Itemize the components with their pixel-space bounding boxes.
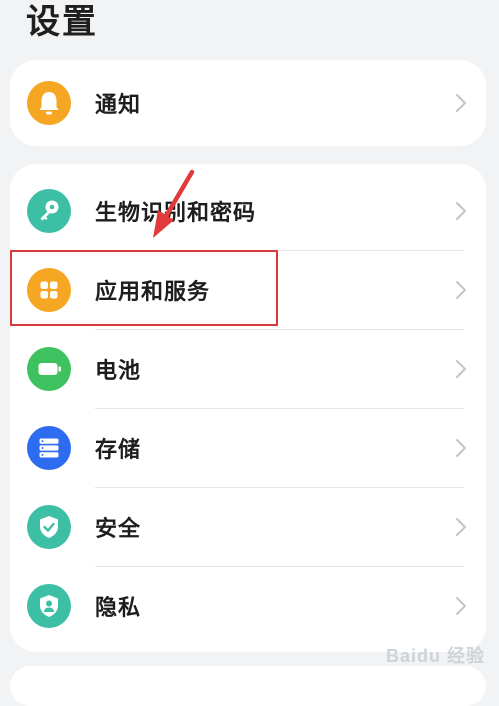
settings-group-notifications: 通知 [10,60,486,146]
settings-item-biometrics-password[interactable]: 生物识别和密码 [10,172,486,250]
chevron-right-icon [454,92,468,114]
watermark: Baidu 经验 [385,646,485,666]
key-icon [27,189,71,233]
settings-item-privacy[interactable]: 隐私 [10,567,486,645]
chevron-right-icon [454,200,468,222]
battery-icon [27,347,71,391]
chevron-right-icon [454,358,468,380]
settings-item-notifications[interactable]: 通知 [10,64,486,142]
settings-group-next [10,666,486,706]
chevron-right-icon [454,279,468,301]
settings-item-label: 通知 [95,93,142,118]
settings-group-main: 生物识别和密码 应用和服务 电池 存储 安全 隐私 [10,164,486,652]
settings-item-label: 安全 [95,517,142,542]
bell-icon [27,81,71,125]
chevron-right-icon [454,595,468,617]
chevron-right-icon [454,516,468,538]
settings-item-label: 生物识别和密码 [95,201,257,226]
apps-grid-icon [27,268,71,312]
privacy-shield-icon [27,584,71,628]
shield-check-icon [27,505,71,549]
settings-item-security[interactable]: 安全 [10,488,486,566]
settings-item-label: 隐私 [95,596,142,621]
settings-item-label: 应用和服务 [95,280,211,305]
settings-item-label: 存储 [95,438,142,463]
chevron-right-icon [454,437,468,459]
settings-item-battery[interactable]: 电池 [10,330,486,408]
settings-item-apps-services[interactable]: 应用和服务 [10,251,486,329]
settings-item-storage[interactable]: 存储 [10,409,486,487]
storage-icon [27,426,71,470]
settings-item-label: 电池 [95,359,142,384]
page-title: 设置 [26,2,98,42]
